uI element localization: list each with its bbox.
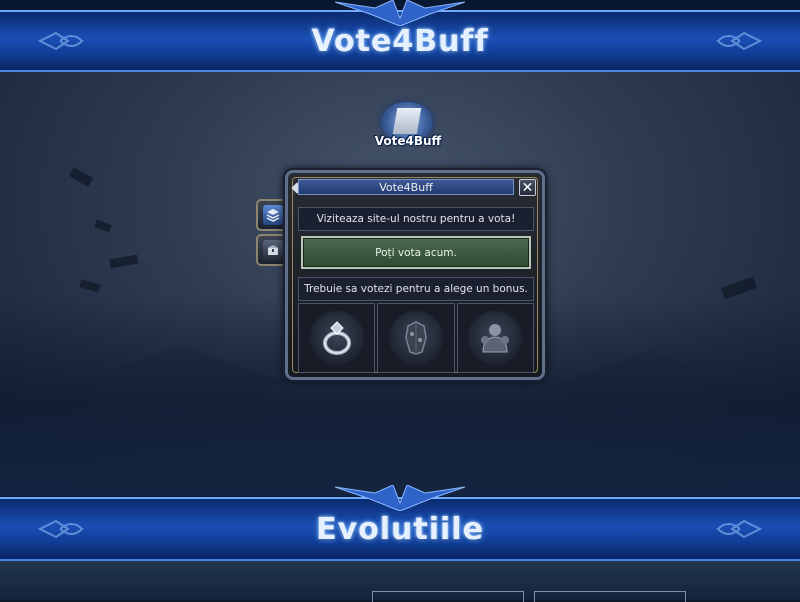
warrior-icon — [468, 311, 523, 365]
choose-bonus-row: Trebuie sa votezi pentru a alege un bonu… — [298, 277, 534, 301]
bonus-option-ring[interactable] — [298, 303, 376, 373]
armor-icon — [388, 311, 443, 365]
banner-title: Vote4Buff — [311, 23, 489, 59]
top-banner: Vote4Buff — [0, 0, 800, 72]
tab-chest[interactable] — [256, 234, 288, 266]
vote-dialog: Vote4Buff ✕ Viziteaza site-ul nostru pen… — [285, 170, 545, 380]
vote4buff-logo[interactable]: Vote4Buff — [371, 102, 445, 158]
crest-ornament-icon — [335, 0, 465, 26]
bird-silhouette — [68, 167, 94, 187]
bird-silhouette — [94, 219, 112, 233]
dialog-titlebar[interactable]: Vote4Buff — [298, 179, 514, 195]
swirl-ornament-icon — [38, 519, 84, 539]
crest-ornament-icon — [335, 485, 465, 511]
bird-silhouette — [109, 254, 139, 269]
logo-text: Vote4Buff — [374, 134, 442, 148]
bonus-options — [298, 303, 534, 373]
vote-now-button[interactable]: Poți vota acum. — [301, 236, 531, 269]
panel-edge — [534, 591, 686, 602]
visit-site-row[interactable]: Viziteaza site-ul nostru pentru a vota! — [298, 207, 534, 231]
vote-now-label: Poți vota acum. — [375, 246, 457, 259]
dialog-title: Vote4Buff — [379, 180, 433, 194]
close-button[interactable]: ✕ — [519, 179, 536, 196]
bottom-strip — [0, 561, 800, 602]
bonus-option-warrior[interactable] — [456, 303, 534, 373]
banner-title: Evolutiile — [316, 511, 484, 547]
ring-icon — [309, 311, 364, 365]
layers-icon — [263, 205, 283, 225]
bird-silhouette — [79, 279, 101, 293]
swirl-ornament-icon — [716, 519, 762, 539]
close-icon: ✕ — [521, 179, 534, 196]
bonus-option-armor[interactable] — [377, 303, 455, 373]
visit-site-text: Viziteaza site-ul nostru pentru a vota! — [316, 213, 516, 225]
chest-icon — [263, 240, 283, 260]
bottom-banner: Evolutiile — [0, 485, 800, 561]
panel-edge — [372, 591, 524, 602]
swirl-ornament-icon — [716, 31, 762, 51]
tab-layers[interactable] — [256, 199, 288, 231]
choose-bonus-text: Trebuie sa votezi pentru a alege un bonu… — [304, 283, 528, 295]
swirl-ornament-icon — [38, 31, 84, 51]
